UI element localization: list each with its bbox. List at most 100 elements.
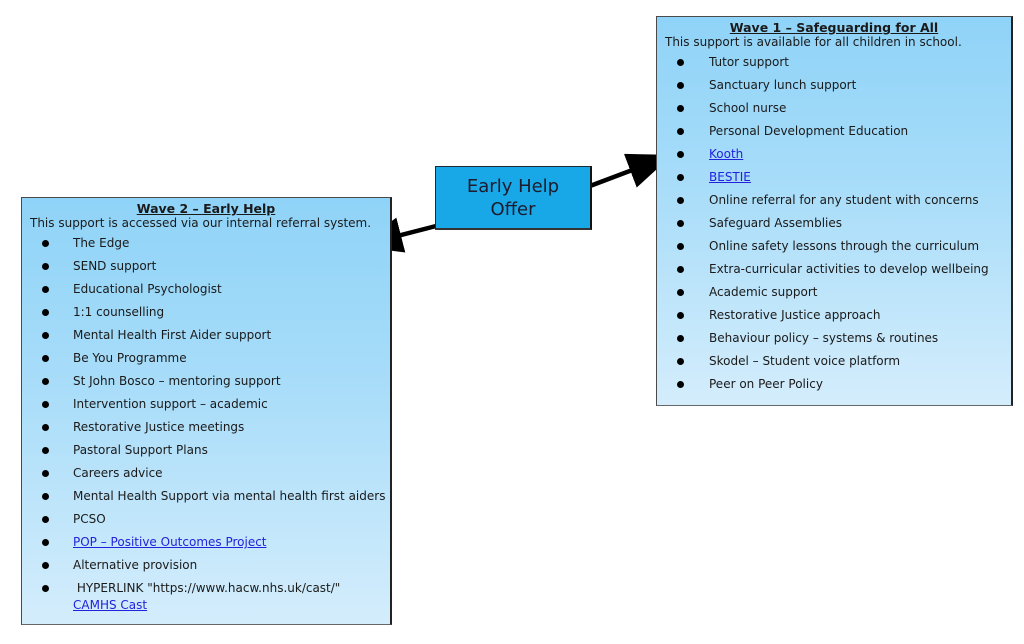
item-text: Sanctuary lunch support xyxy=(709,78,857,92)
list-item[interactable]: BESTIE xyxy=(657,166,1011,189)
item-text: Restorative Justice meetings xyxy=(73,420,245,434)
list-item: Academic support xyxy=(657,281,1011,304)
list-item: Intervention support – academic xyxy=(22,393,390,416)
wave1-panel: Wave 1 – Safeguarding for All This suppo… xyxy=(656,16,1013,406)
list-item: Tutor support xyxy=(657,51,1011,74)
list-item: Online safety lessons through the curric… xyxy=(657,235,1011,258)
list-item: Mental Health Support via mental health … xyxy=(22,485,390,508)
item-text: SEND support xyxy=(73,259,157,273)
list-item: St John Bosco – mentoring support xyxy=(22,370,390,393)
list-item: Pastoral Support Plans xyxy=(22,439,390,462)
wave2-title: Wave 2 – Early Help xyxy=(136,201,276,216)
item-text: St John Bosco – mentoring support xyxy=(73,374,281,388)
item-text: Behaviour policy – systems & routines xyxy=(709,331,939,345)
item-text: Pastoral Support Plans xyxy=(73,443,208,457)
wave1-intro: This support is available for all childr… xyxy=(665,35,962,49)
bullet-icon xyxy=(677,243,684,250)
bullet-icon xyxy=(42,240,49,247)
list-item: Be You Programme xyxy=(22,347,390,370)
item-text: Peer on Peer Policy xyxy=(709,377,823,391)
bullet-icon xyxy=(677,105,684,112)
bullet-icon xyxy=(42,585,49,592)
bullet-icon xyxy=(677,82,684,89)
list-item: Safeguard Assemblies xyxy=(657,212,1011,235)
bullet-icon xyxy=(677,197,684,204)
item-text: Academic support xyxy=(709,285,818,299)
list-item: Skodel – Student voice platform xyxy=(657,350,1011,373)
bullet-icon xyxy=(677,151,684,158)
wave2-panel: Wave 2 – Early Help This support is acce… xyxy=(21,197,392,625)
bullet-icon xyxy=(42,355,49,362)
item-text: Skodel – Student voice platform xyxy=(709,354,901,368)
bullet-icon xyxy=(677,381,684,388)
list-item: Personal Development Education xyxy=(657,120,1011,143)
list-item: Alternative provision xyxy=(22,554,390,577)
item-text: Online safety lessons through the curric… xyxy=(709,239,980,253)
list-item[interactable]: Kooth xyxy=(657,143,1011,166)
item-text: 1:1 counselling xyxy=(73,305,165,319)
item-text: PCSO xyxy=(73,512,106,526)
item-text-wrapper: HYPERLINK "https://www.hacw.nhs.uk/cast/… xyxy=(73,580,340,614)
list-item: Mental Health First Aider support xyxy=(22,324,390,347)
item-text: Extra-curricular activities to develop w… xyxy=(709,262,989,276)
list-item: Extra-curricular activities to develop w… xyxy=(657,258,1011,281)
item-text: Mental Health First Aider support xyxy=(73,328,272,342)
item-text: Educational Psychologist xyxy=(73,282,222,296)
item-text: Online referral for any student with con… xyxy=(709,193,979,207)
bullet-icon xyxy=(677,312,684,319)
arrow-to-wave1 xyxy=(589,153,673,189)
item-link[interactable]: BESTIE xyxy=(709,166,751,189)
bullet-icon xyxy=(42,332,49,339)
item-link[interactable]: Kooth xyxy=(709,143,743,166)
bullet-icon xyxy=(677,59,684,66)
hyperlink-field-code: HYPERLINK "https://www.hacw.nhs.uk/cast/… xyxy=(73,581,341,595)
bullet-icon xyxy=(677,220,684,227)
bullet-icon xyxy=(677,358,684,365)
list-item: PCSO xyxy=(22,508,390,531)
bullet-icon xyxy=(42,447,49,454)
bullet-icon xyxy=(42,286,49,293)
bullet-icon xyxy=(42,401,49,408)
list-item: Online referral for any student with con… xyxy=(657,189,1011,212)
list-item: Restorative Justice meetings xyxy=(22,416,390,439)
bullet-icon xyxy=(42,539,49,546)
list-item: Educational Psychologist xyxy=(22,278,390,301)
list-item: Peer on Peer Policy xyxy=(657,373,1011,396)
list-item: Behaviour policy – systems & routines xyxy=(657,327,1011,350)
item-text: Be You Programme xyxy=(73,351,187,365)
bullet-icon xyxy=(42,309,49,316)
item-text: Careers advice xyxy=(73,466,163,480)
item-text: Safeguard Assemblies xyxy=(709,216,843,230)
list-item: Restorative Justice approach xyxy=(657,304,1011,327)
bullet-icon xyxy=(42,493,49,500)
wave1-list: Tutor support Sanctuary lunch support Scho… xyxy=(657,51,1011,396)
list-item: 1:1 counselling xyxy=(22,301,390,324)
list-item: Careers advice xyxy=(22,462,390,485)
item-text: Intervention support – academic xyxy=(73,397,268,411)
wave2-intro: This support is accessed via our interna… xyxy=(30,216,372,230)
bullet-icon xyxy=(42,470,49,477)
list-item: Sanctuary lunch support xyxy=(657,74,1011,97)
bullet-icon xyxy=(42,424,49,431)
list-item-camhs-cast: HYPERLINK "https://www.hacw.nhs.uk/cast/… xyxy=(22,577,390,617)
item-text: Tutor support xyxy=(709,55,789,69)
bullet-icon xyxy=(42,378,49,385)
wave1-title: Wave 1 – Safeguarding for All xyxy=(729,20,939,35)
bullet-icon xyxy=(677,174,684,181)
item-link[interactable]: POP – Positive Outcomes Project xyxy=(73,531,267,554)
item-text: The Edge xyxy=(73,236,130,250)
item-text: Mental Health Support via mental health … xyxy=(73,489,386,503)
wave2-list: The Edge SEND support Educational Psycholo… xyxy=(22,232,390,617)
center-line-1: Early Help xyxy=(466,175,560,197)
item-text: Restorative Justice approach xyxy=(709,308,881,322)
list-item[interactable]: POP – Positive Outcomes Project xyxy=(22,531,390,554)
item-text: School nurse xyxy=(709,101,787,115)
camhs-cast-link[interactable]: CAMHS Cast xyxy=(73,598,147,612)
list-item: SEND support xyxy=(22,255,390,278)
item-text: Alternative provision xyxy=(73,558,198,572)
bullet-icon xyxy=(677,289,684,296)
bullet-icon xyxy=(677,128,684,135)
early-help-offer-box: Early Help Offer xyxy=(435,166,592,230)
bullet-icon xyxy=(677,266,684,273)
center-line-2: Offer xyxy=(490,198,536,220)
